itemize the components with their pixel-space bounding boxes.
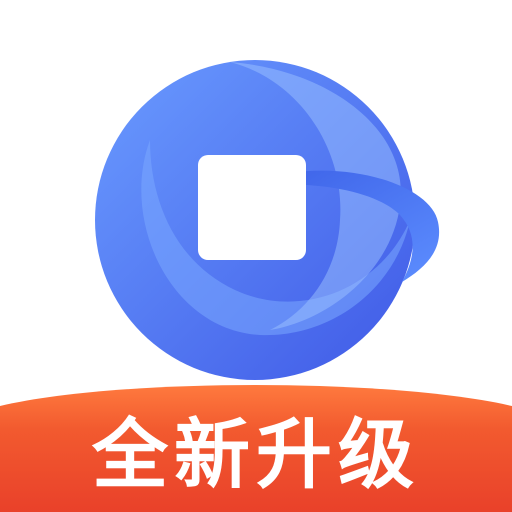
- center-square: [198, 155, 306, 260]
- banner-label: 全新升级: [92, 410, 420, 499]
- app-icon: 全新升级: [0, 0, 512, 512]
- upgrade-banner: 全新升级: [0, 368, 512, 512]
